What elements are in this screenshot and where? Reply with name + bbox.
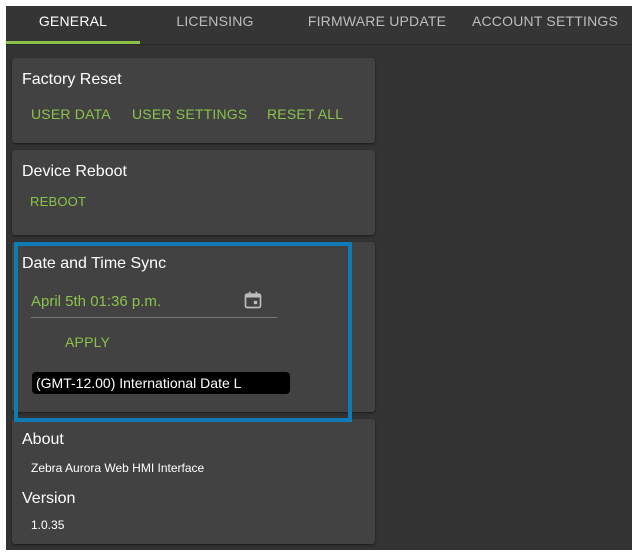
version-value: 1.0.35 [31, 518, 65, 532]
user-settings-button[interactable]: USER SETTINGS [132, 106, 247, 122]
tab-account-settings[interactable]: ACCOUNT SETTINGS [464, 6, 626, 44]
apply-button[interactable]: APPLY [65, 334, 110, 350]
product-name: Zebra Aurora Web HMI Interface [31, 461, 205, 475]
tab-licensing[interactable]: LICENSING [140, 6, 290, 44]
about-title: About [22, 431, 64, 448]
timezone-select[interactable]: (GMT-12.00) International Date L [32, 372, 290, 394]
device-reboot-title: Device Reboot [22, 163, 127, 180]
tab-general[interactable]: GENERAL [6, 6, 140, 44]
reset-all-button[interactable]: RESET ALL [267, 106, 343, 122]
tab-bar: GENERAL LICENSING FIRMWARE UPDATE ACCOUN… [6, 6, 632, 45]
active-tab-indicator [6, 41, 140, 44]
date-time-value: April 5th 01:36 p.m. [31, 293, 162, 310]
date-time-sync-card: Date and Time Sync April 5th 01:36 p.m. … [12, 242, 375, 412]
factory-reset-title: Factory Reset [22, 71, 122, 88]
version-title: Version [22, 490, 76, 507]
app-frame: GENERAL LICENSING FIRMWARE UPDATE ACCOUN… [6, 6, 632, 550]
tab-firmware-update[interactable]: FIRMWARE UPDATE [302, 6, 452, 44]
calendar-icon[interactable] [243, 290, 263, 310]
date-time-sync-title: Date and Time Sync [22, 255, 167, 272]
device-reboot-card: Device Reboot REBOOT [12, 150, 375, 235]
about-card: About Zebra Aurora Web HMI Interface Ver… [12, 419, 375, 544]
reboot-button[interactable]: REBOOT [30, 194, 86, 209]
user-data-button[interactable]: USER DATA [31, 106, 111, 122]
date-time-field[interactable]: April 5th 01:36 p.m. [31, 285, 277, 318]
factory-reset-card: Factory Reset USER DATA USER SETTINGS RE… [12, 58, 375, 143]
